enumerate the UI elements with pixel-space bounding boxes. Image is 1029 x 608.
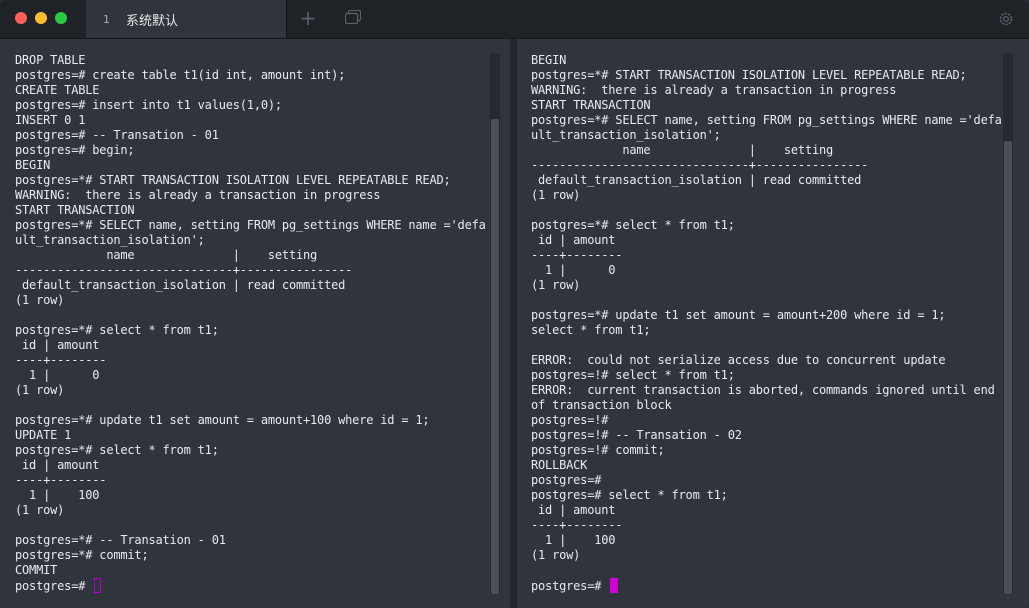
right-terminal-lines: BEGIN postgres=*# START TRANSACTION ISOL… <box>531 53 1002 562</box>
right-scrollbar-thumb[interactable] <box>1004 141 1012 594</box>
terminal-line: WARNING: there is already a transaction … <box>15 188 381 202</box>
terminal-line: id | amount <box>531 503 616 517</box>
gear-icon[interactable] <box>997 10 1015 28</box>
terminal-line: -------------------------------+--------… <box>15 263 353 277</box>
tab-1[interactable]: 1 系统默认 <box>86 0 286 38</box>
terminal-line: postgres=# begin; <box>15 143 135 157</box>
left-terminal-lines: DROP TABLE postgres=# create table t1(id… <box>15 53 486 577</box>
terminal-line: postgres=# insert into t1 values(1,0); <box>15 98 282 112</box>
terminal-window: 1 系统默认 + DROP TABLE postgres=# create ta… <box>0 0 1029 608</box>
terminal-line: postgres=*# commit; <box>15 548 149 562</box>
tabs-overview-icon[interactable] <box>345 10 361 24</box>
plus-icon[interactable]: + <box>298 8 318 28</box>
terminal-line: postgres=*# update t1 set amount = amoun… <box>531 308 946 322</box>
cursor <box>94 578 102 593</box>
terminal-line: BEGIN <box>531 53 567 67</box>
cursor <box>610 578 619 593</box>
terminal-line: postgres=*# select * from t1; <box>15 443 219 457</box>
terminal-line: -------------------------------+--------… <box>531 158 869 172</box>
terminal-line: START TRANSACTION <box>15 203 135 217</box>
tab-title: 系统默认 <box>126 13 179 29</box>
terminal-line: 1 | 0 <box>15 368 100 382</box>
terminal-line: postgres=!# select * from t1; <box>531 368 735 382</box>
left-scrollbar[interactable] <box>490 53 500 594</box>
terminal-line: (1 row) <box>531 278 581 292</box>
zoom-icon[interactable] <box>55 12 67 24</box>
close-icon[interactable] <box>15 12 27 24</box>
left-terminal-output: DROP TABLE postgres=# create table t1(id… <box>15 53 486 594</box>
terminal-line: UPDATE 1 <box>15 428 72 442</box>
terminal-line: WARNING: there is already a transaction … <box>531 83 897 97</box>
terminal-line: id | amount <box>15 338 100 352</box>
terminal-line: BEGIN <box>15 158 51 172</box>
terminal-line: postgres=*# -- Transation - 01 <box>15 533 226 547</box>
terminal-line: ----+-------- <box>15 473 107 487</box>
minimize-icon[interactable] <box>35 12 47 24</box>
right-terminal-pane[interactable]: BEGIN postgres=*# START TRANSACTION ISOL… <box>517 39 1029 608</box>
terminal-line: ERROR: current transaction is aborted, c… <box>531 383 995 397</box>
terminal-line: postgres=*# START TRANSACTION ISOLATION … <box>15 173 451 187</box>
terminal-line: default_transaction_isolation | read com… <box>15 278 346 292</box>
terminal-line: ROLLBACK <box>531 458 588 472</box>
terminal-line: (1 row) <box>531 188 581 202</box>
terminal-line: ult_transaction_isolation'; <box>531 128 721 142</box>
terminal-line: postgres=# create table t1(id int, amoun… <box>15 68 346 82</box>
terminal-line: START TRANSACTION <box>531 98 651 112</box>
right-scrollbar[interactable] <box>1003 53 1013 594</box>
left-terminal-pane[interactable]: DROP TABLE postgres=# create table t1(id… <box>0 39 510 608</box>
terminal-line: postgres=*# START TRANSACTION ISOLATION … <box>531 68 967 82</box>
terminal-line: name | setting <box>15 248 318 262</box>
terminal-line: of transaction block <box>531 398 672 412</box>
terminal-line: postgres=# <box>531 473 602 487</box>
terminal-line: default_transaction_isolation | read com… <box>531 173 862 187</box>
terminal-line: postgres=!# -- Transation - 02 <box>531 428 742 442</box>
terminal-line: ult_transaction_isolation'; <box>15 233 205 247</box>
terminal-line: postgres=*# SELECT name, setting FROM pg… <box>531 113 1002 127</box>
terminal-line: postgres=!# commit; <box>531 443 665 457</box>
terminal-line: postgres=*# select * from t1; <box>531 218 735 232</box>
terminal-line: COMMIT <box>15 563 58 577</box>
terminal-line: DROP TABLE <box>15 53 86 67</box>
terminal-line: name | setting <box>531 143 834 157</box>
terminal-line: ----+-------- <box>531 248 623 262</box>
left-prompt: postgres=# <box>15 579 93 593</box>
right-prompt: postgres=# <box>531 579 609 593</box>
terminal-line: postgres=!# <box>531 413 609 427</box>
terminal-line: postgres=*# select * from t1; <box>15 323 219 337</box>
terminal-line: id | amount <box>531 233 616 247</box>
pane-divider[interactable] <box>510 39 517 608</box>
terminal-line: CREATE TABLE <box>15 83 100 97</box>
terminal-line: postgres=# select * from t1; <box>531 488 728 502</box>
terminal-line: 1 | 0 <box>531 263 616 277</box>
tab-number: 1 <box>103 12 110 26</box>
terminal-line: INSERT 0 1 <box>15 113 86 127</box>
terminal-line: ----+-------- <box>531 518 623 532</box>
terminal-line: id | amount <box>15 458 100 472</box>
terminal-line: ERROR: could not serialize access due to… <box>531 353 946 367</box>
terminal-line: postgres=*# update t1 set amount = amoun… <box>15 413 430 427</box>
right-terminal-output: BEGIN postgres=*# START TRANSACTION ISOL… <box>531 53 1002 594</box>
terminal-line: 1 | 100 <box>15 488 100 502</box>
left-scrollbar-thumb[interactable] <box>491 119 499 594</box>
terminal-line: (1 row) <box>15 383 65 397</box>
terminal-line: (1 row) <box>15 503 65 517</box>
terminal-line: postgres=# -- Transation - 01 <box>15 128 219 142</box>
title-bar: 1 系统默认 + <box>0 0 1029 39</box>
terminal-line: (1 row) <box>15 293 65 307</box>
terminal-line: select * from t1; <box>531 323 651 337</box>
terminal-line: ----+-------- <box>15 353 107 367</box>
terminal-line: 1 | 100 <box>531 533 616 547</box>
terminal-line: (1 row) <box>531 548 581 562</box>
terminal-line: postgres=*# SELECT name, setting FROM pg… <box>15 218 486 232</box>
tab-divider <box>286 0 287 38</box>
